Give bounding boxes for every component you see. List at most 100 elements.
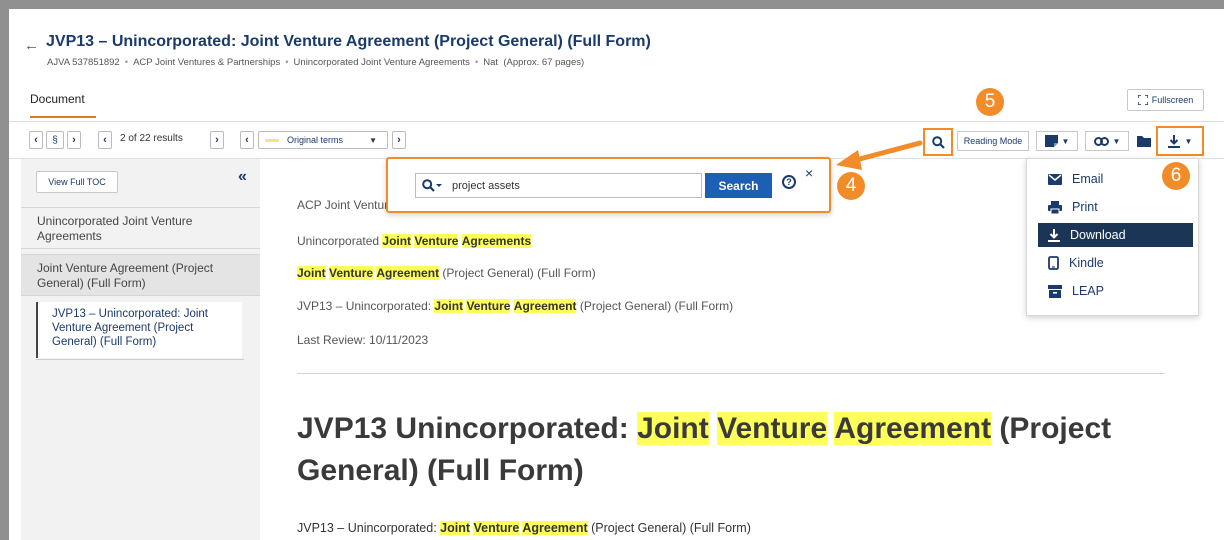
search-popup: project assets Search ? × — [386, 157, 831, 213]
back-arrow-icon[interactable]: ← — [24, 37, 39, 54]
text-fragment: (Project General) (Full Form) — [587, 521, 751, 535]
next-result-button[interactable]: › — [210, 131, 224, 149]
text-fragment: (Project General) (Full Form) — [439, 266, 596, 280]
menu-item-label: LEAP — [1072, 284, 1104, 298]
chevron-down-icon: ▼ — [1184, 136, 1193, 146]
meta-pages: (Approx. 67 pages) — [503, 57, 585, 68]
search-toggle-button[interactable] — [923, 128, 953, 156]
search-input[interactable]: project assets — [415, 173, 702, 198]
search-highlight: Venture — [329, 266, 374, 280]
highlight-swatch — [265, 138, 279, 142]
callout-marker-6: 6 — [1162, 162, 1190, 190]
content-breadcrumb-agreement: Joint Venture Agreement (Project General… — [297, 266, 596, 280]
meta-separator: • — [474, 57, 479, 68]
window-frame-left — [0, 0, 9, 540]
page-title: JVP13 – Unincorporated: Joint Venture Ag… — [46, 33, 651, 50]
download-icon — [1048, 228, 1060, 242]
tabs-divider — [9, 121, 1224, 122]
search-highlight: Venture — [717, 412, 828, 445]
content-breadcrumb-document: JVP13 – Unincorporated: Joint Venture Ag… — [297, 299, 733, 313]
search-highlight: Venture — [414, 234, 459, 248]
menu-item-print[interactable]: Print — [1038, 195, 1193, 219]
tab-document[interactable]: Document — [30, 92, 85, 106]
search-highlight: Agreement — [522, 521, 588, 535]
menu-item-label: Print — [1072, 200, 1098, 214]
search-highlight: Joint — [637, 412, 709, 445]
text-fragment: (Project General) (Full Form) — [576, 299, 734, 313]
toc-item-joint-venture-agreement[interactable]: Joint Venture Agreement (Project General… — [21, 254, 260, 296]
tab-active-indicator — [30, 116, 96, 118]
meta-id: AJVA 537851892 — [47, 57, 120, 68]
prev-result-button[interactable]: ‹ — [98, 131, 112, 149]
archive-box-icon — [1048, 284, 1062, 298]
callout-marker-5: 5 — [976, 88, 1004, 116]
search-highlight: Agreement — [376, 266, 440, 280]
chevron-down-icon: ▼ — [1061, 136, 1070, 146]
menu-item-label: Download — [1070, 228, 1126, 242]
menu-item-kindle[interactable]: Kindle — [1038, 251, 1193, 275]
content-publication-line: ACP Joint Venture — [297, 198, 395, 212]
link-icon — [1093, 136, 1109, 146]
menu-item-leap[interactable]: LEAP — [1038, 279, 1193, 303]
search-highlight: Joint — [440, 521, 470, 535]
meta-separator: • — [285, 57, 289, 68]
document-subheading: JVP13 – Unincorporated: Joint Venture Ag… — [297, 521, 751, 535]
meta-publication: ACP Joint Ventures & Partnerships — [133, 57, 281, 68]
prev-term-button[interactable]: ‹ — [240, 131, 254, 149]
toc-item-unincorporated-agreements[interactable]: Unincorporated Joint Venture Agreements — [21, 207, 260, 249]
search-highlight: Venture — [473, 521, 520, 535]
results-count: 2 of 22 results — [120, 133, 183, 144]
meta-jurisdiction: Nat — [483, 57, 499, 68]
toc-divider — [36, 359, 244, 360]
section-button[interactable]: § — [46, 131, 64, 149]
menu-item-label: Email — [1072, 172, 1104, 186]
collapse-sidebar-icon[interactable]: « — [238, 168, 247, 186]
prev-section-button[interactable]: ‹ — [29, 131, 43, 149]
document-heading: JVP13 Unincorporated: Joint Venture Agre… — [297, 408, 1177, 492]
meta-separator: • — [124, 57, 129, 68]
content-breadcrumb-category: Unincorporated Joint Venture Agreements — [297, 234, 532, 248]
folder-button[interactable] — [1135, 131, 1153, 151]
view-full-toc-button[interactable]: View Full TOC — [36, 171, 118, 193]
search-highlight: Venture — [466, 299, 511, 313]
folder-icon — [1137, 136, 1151, 147]
fullscreen-label: Fullscreen — [1151, 95, 1194, 105]
printer-icon — [1048, 200, 1062, 214]
download-dropdown[interactable]: ▼ — [1156, 126, 1204, 156]
toc-item-current-document[interactable]: JVP13 – Unincorporated: Joint Venture Ag… — [36, 302, 242, 358]
tablet-icon — [1048, 256, 1059, 270]
search-options-icon[interactable] — [422, 179, 444, 192]
search-highlight: Joint — [297, 266, 326, 280]
chevron-down-icon: ▼ — [1112, 136, 1121, 146]
link-dropdown[interactable]: ▼ — [1085, 131, 1129, 151]
window-frame-top — [0, 0, 1224, 9]
search-icon — [931, 135, 945, 149]
callout-marker-4: 4 — [837, 172, 865, 200]
text-fragment: JVP13 – Unincorporated: — [297, 521, 441, 535]
search-highlight: Joint — [382, 234, 412, 248]
envelope-icon — [1048, 173, 1062, 185]
text-fragment: Unincorporated — [297, 234, 383, 248]
search-query: project assets — [452, 179, 520, 192]
help-icon[interactable]: ? — [782, 175, 796, 189]
chevron-down-icon: ▼ — [369, 135, 377, 145]
last-review-date: Last Review: 10/11/2023 — [297, 333, 429, 347]
document-meta: AJVA 537851892 • ACP Joint Ventures & Part… — [47, 57, 584, 68]
reading-mode-button[interactable]: Reading Mode — [957, 131, 1029, 151]
text-fragment: JVP13 – Unincorporated: — [297, 299, 435, 313]
fullscreen-button[interactable]: Fullscreen — [1127, 89, 1204, 111]
meta-category: Unincorporated Joint Venture Agreements — [293, 57, 470, 68]
search-button[interactable]: Search — [705, 173, 772, 198]
search-highlight: Agreement — [513, 299, 577, 313]
search-highlight: Agreements — [461, 234, 532, 248]
text-fragment: JVP13 Unincorporated: — [297, 412, 638, 445]
search-highlight: Joint — [434, 299, 464, 313]
fullscreen-icon — [1137, 95, 1148, 105]
next-term-button[interactable]: › — [392, 131, 406, 149]
original-terms-select[interactable]: Original terms ▼ — [258, 131, 388, 149]
annotation-dropdown[interactable]: ▼ — [1036, 131, 1078, 151]
menu-item-label: Kindle — [1069, 256, 1104, 270]
menu-item-download[interactable]: Download — [1038, 223, 1193, 247]
next-section-button[interactable]: › — [67, 131, 81, 149]
close-icon[interactable]: × — [805, 165, 813, 181]
